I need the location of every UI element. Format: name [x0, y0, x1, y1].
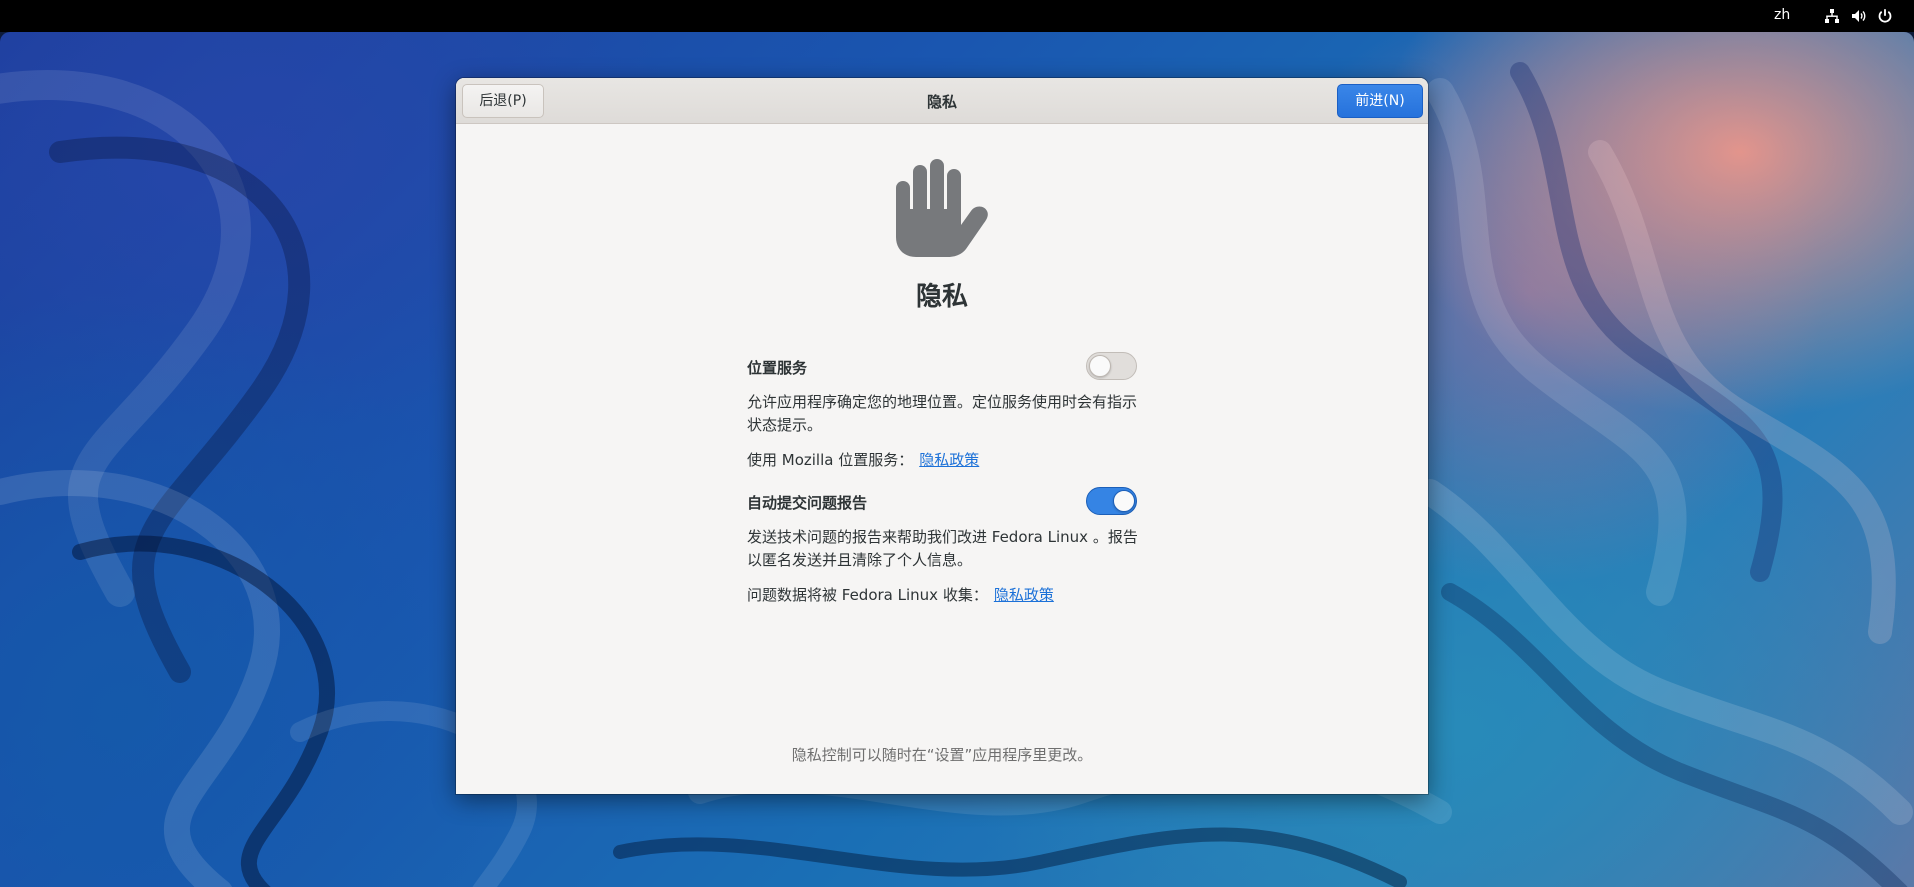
window-title: 隐私	[926, 93, 957, 111]
privacy-window: 后退(P) 隐私 前进(N) 隐私 位置服务 允许应用程序确定您的地理位置。定位…	[456, 78, 1428, 794]
switch-knob	[1089, 355, 1111, 377]
volume-icon[interactable]	[1851, 8, 1867, 24]
next-button[interactable]: 前进(N)	[1337, 84, 1423, 118]
location-services-title: 位置服务	[747, 359, 808, 377]
hand-icon	[896, 159, 990, 257]
location-services-description: 允许应用程序确定您的地理位置。定位服务使用时会有指示状态提示。	[747, 393, 1138, 434]
header-bar: 后退(P) 隐私 前进(N)	[456, 78, 1428, 124]
network-icon[interactable]	[1824, 8, 1840, 24]
problem-reporting-switch[interactable]	[1086, 487, 1137, 515]
problem-reporting-description: 发送技术问题的报告来帮助我们改进 Fedora Linux 。报告以匿名发送并且…	[747, 528, 1138, 569]
location-services-switch[interactable]	[1086, 352, 1137, 380]
top-bar: zh	[0, 0, 1914, 32]
language-indicator[interactable]: zh	[1774, 7, 1790, 23]
problem-reporting-title: 自动提交问题报告	[747, 494, 868, 512]
location-policy-line: 使用 Mozilla 位置服务： 隐私政策	[747, 449, 979, 470]
power-icon[interactable]	[1877, 8, 1893, 24]
page-heading: 隐私	[915, 282, 968, 312]
switch-knob	[1113, 490, 1135, 512]
location-privacy-policy-link[interactable]: 隐私政策	[919, 451, 979, 469]
footer-note: 隐私控制可以随时在“设置”应用程序里更改。	[791, 746, 1093, 764]
location-policy-prefix: 使用 Mozilla 位置服务：	[747, 451, 914, 469]
reporting-policy-line: 问题数据将被 Fedora Linux 收集： 隐私政策	[747, 584, 1054, 605]
reporting-policy-prefix: 问题数据将被 Fedora Linux 收集：	[747, 586, 988, 604]
reporting-privacy-policy-link[interactable]: 隐私政策	[994, 586, 1054, 604]
